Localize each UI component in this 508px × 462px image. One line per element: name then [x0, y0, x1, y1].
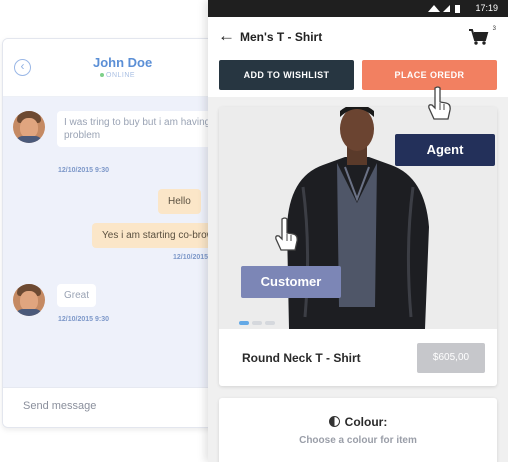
status-text: ONLINE — [106, 72, 136, 79]
arrow-left-icon[interactable]: ← — [218, 26, 235, 46]
carousel-dot-active[interactable] — [239, 321, 249, 325]
app-bar: ← Men's T - Shirt 3 — [208, 17, 508, 57]
contact-status: ONLINE — [100, 72, 135, 79]
cart-icon[interactable] — [468, 28, 490, 46]
message-timestamp: 12/10/2015 9:30 — [58, 167, 109, 174]
status-time: 17:19 — [475, 3, 498, 13]
colour-heading: Colour: — [219, 415, 497, 429]
color-palette-icon — [328, 416, 340, 427]
agent-label: Agent — [395, 134, 495, 166]
carousel-dot[interactable] — [265, 321, 275, 325]
carousel-dots[interactable] — [239, 312, 278, 330]
chat-header: ‹ John Doe ONLINE — [3, 39, 241, 97]
phone-screen: 17:19 ← Men's T - Shirt 3 ADD TO WISHLIS… — [208, 0, 508, 462]
customer-label: Customer — [241, 266, 341, 298]
message-input[interactable]: Send message — [23, 400, 96, 412]
status-bar: 17:19 — [208, 0, 508, 17]
colour-title: Colour: — [344, 415, 388, 429]
chat-composer[interactable]: Send message — [3, 387, 241, 427]
avatar — [13, 284, 45, 316]
price-button[interactable]: $605,00 — [417, 343, 485, 373]
carousel-dot[interactable] — [252, 321, 262, 325]
page-title: Men's T - Shirt — [240, 30, 323, 44]
message-timestamp: 12/10/2015 9:30 — [58, 316, 109, 323]
product-name: Round Neck T - Shirt — [242, 351, 361, 365]
hand-pointer-icon — [428, 86, 451, 120]
message-bubble: Great — [57, 284, 97, 307]
contact-name: John Doe — [93, 55, 153, 70]
cart-badge: 3 — [492, 26, 496, 32]
message-bubble: Hello — [158, 189, 201, 214]
product-actions: ADD TO WISHLIST PLACE OREDR — [208, 57, 508, 97]
signal-wifi-battery-icon — [428, 5, 460, 13]
chat-messages: I was tring to buy but i am having probl… — [3, 97, 241, 387]
message-timestamp: 12/10/2015 — [173, 254, 209, 261]
colour-subtitle: Choose a colour for item — [299, 435, 417, 446]
online-dot-icon — [100, 73, 104, 78]
add-to-wishlist-button[interactable]: ADD TO WISHLIST — [219, 60, 354, 90]
chat-window: ‹ John Doe ONLINE I was tring to buy but… — [2, 38, 242, 428]
chevron-left-icon[interactable]: ‹ — [14, 59, 31, 76]
avatar — [13, 111, 45, 143]
colour-selector[interactable]: Colour: Choose a colour for item — [219, 398, 497, 462]
hand-pointer-icon — [275, 217, 298, 251]
co-browse-illustration: ‹ John Doe ONLINE I was tring to buy but… — [0, 0, 508, 462]
